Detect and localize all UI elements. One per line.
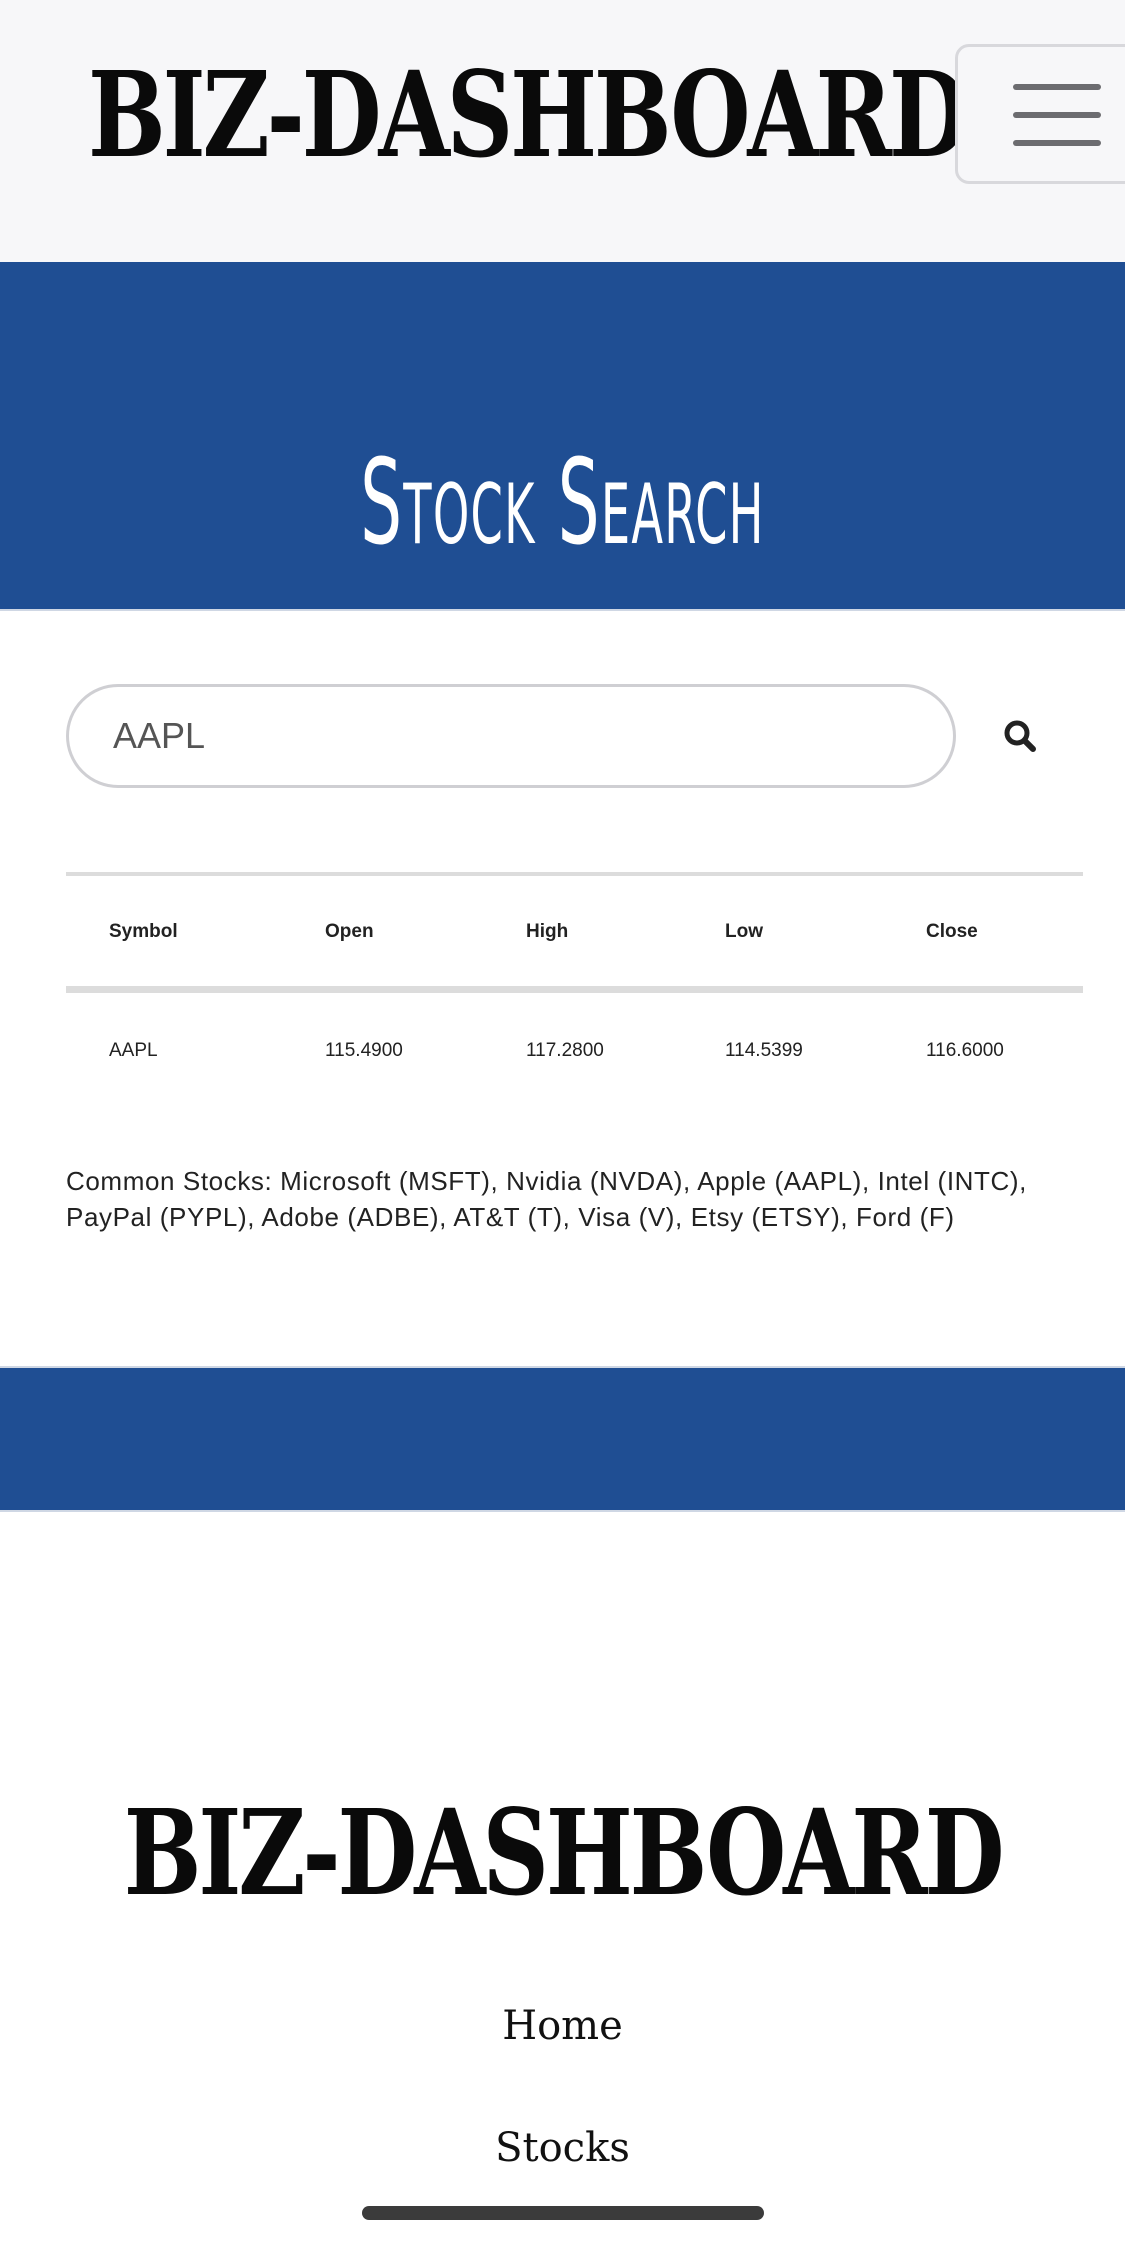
column-header-low: Low [725,921,763,942]
search-icon [1004,720,1036,752]
page-title: Stock Search [360,433,765,571]
column-header-open: Open [325,921,374,942]
cell-low: 114.5399 [725,1040,803,1061]
table-header-divider [66,986,1083,993]
brand-logo[interactable]: BIZ-DASHBOARD [88,52,969,178]
hero-banner: Stock Search [0,262,1125,611]
footer-brand-logo[interactable]: BIZ-DASHBOARD [124,1790,1005,1916]
common-stocks-note: Common Stocks: Microsoft (MSFT), Nvidia … [66,1166,1027,1232]
cell-open: 115.4900 [325,1040,403,1061]
cell-close: 116.6000 [926,1040,1004,1061]
footer-link-home[interactable]: Home [0,2003,1125,2049]
blue-divider-band [0,1366,1125,1512]
search-button[interactable] [990,706,1050,766]
cell-symbol: AAPL [109,1040,158,1061]
footer-link-stocks[interactable]: Stocks [0,2125,1125,2171]
column-header-symbol: Symbol [109,921,178,942]
top-navbar: BIZ-DASHBOARD [0,0,1125,263]
table-top-divider [66,872,1083,876]
home-indicator [362,2206,764,2220]
hamburger-menu-button[interactable] [955,44,1125,184]
column-header-close: Close [926,921,978,942]
cell-high: 117.2800 [526,1040,604,1061]
column-header-high: High [526,921,569,942]
stock-search-input[interactable] [66,684,956,788]
